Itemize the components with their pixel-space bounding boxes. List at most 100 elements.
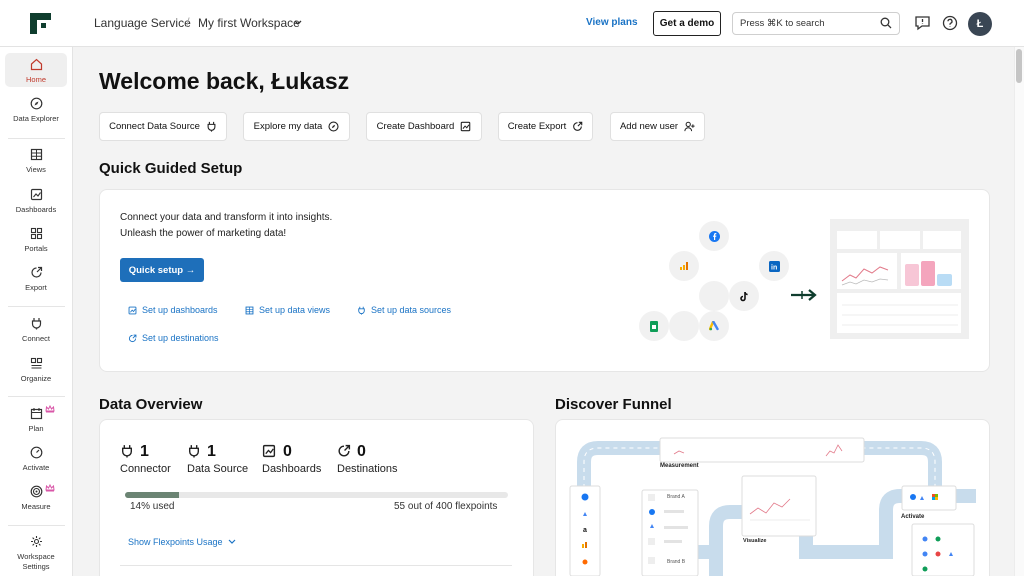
- breadcrumb-service[interactable]: Language Service: [94, 16, 191, 30]
- setup-dashboards-link[interactable]: Set up dashboards: [128, 305, 218, 315]
- sidebar-item-home[interactable]: Home: [5, 53, 67, 87]
- gear-icon: [30, 536, 42, 547]
- chart-icon: [30, 188, 42, 201]
- chart-icon: [461, 121, 471, 132]
- explore-data-button[interactable]: Explore my data: [243, 112, 350, 141]
- premium-crown-icon: [45, 484, 55, 492]
- funnel-brand-b-label: Brand B: [667, 559, 686, 565]
- show-flexpoints-usage-toggle[interactable]: Show Flexpoints Usage: [128, 537, 236, 547]
- sidebar-item-plan[interactable]: Plan: [5, 407, 67, 433]
- guided-setup-title: Quick Guided Setup: [99, 160, 243, 177]
- sidebar-item-label: Organize: [20, 374, 52, 383]
- sidebar-item-portals[interactable]: Portals: [5, 227, 67, 253]
- destinations-label: Destinations: [337, 463, 398, 475]
- sidebar-item-workspace-settings[interactable]: Workspace Settings: [5, 535, 67, 572]
- grid-icon: [30, 227, 42, 240]
- breadcrumb-separator: /: [186, 15, 190, 30]
- sidebar-item-label: Portals: [24, 244, 48, 253]
- export-icon: [573, 121, 583, 131]
- sidebar-item-label: Measure: [21, 502, 51, 511]
- sidebar-item-label: Activate: [22, 463, 50, 472]
- plug-icon: [207, 121, 216, 132]
- sidebar-item-activate[interactable]: Activate: [5, 446, 67, 472]
- tiktok-logo-icon: [729, 281, 759, 311]
- connect-data-source-button[interactable]: Connect Data Source: [99, 112, 227, 141]
- facebook-logo-icon: [699, 221, 729, 251]
- sidebar-item-measure[interactable]: Measure: [5, 485, 67, 511]
- sidebar-item-export[interactable]: Export: [5, 266, 67, 292]
- usage-percent: 14% used: [130, 501, 175, 512]
- guided-setup-text-2: Unleash the power of marketing data!: [120, 228, 287, 239]
- sidebar-item-data-explorer[interactable]: Data Explorer: [5, 97, 67, 123]
- target-icon: [30, 485, 42, 498]
- dashboards-label: Dashboards: [262, 463, 322, 475]
- sidebar-item-label: Connect: [22, 334, 50, 343]
- data-source-label: Data Source: [187, 463, 249, 475]
- setup-data-views-link[interactable]: Set up data views: [245, 305, 330, 315]
- funnel-roadmap-illustration: a: [569, 437, 976, 576]
- funnel-activate-label: Activate: [901, 514, 925, 520]
- sidebar-item-label: Home: [25, 75, 46, 84]
- setup-data-sources-link[interactable]: Set up data sources: [357, 305, 451, 315]
- sidebar-item-organize[interactable]: Organize: [5, 357, 67, 383]
- funnel-measurement-label: Measurement: [660, 463, 699, 469]
- flexpoints-progress-fill: [125, 492, 179, 498]
- feedback-icon[interactable]: [914, 15, 931, 32]
- google-sheets-logo-icon: [639, 311, 669, 341]
- discover-funnel-title: Discover Funnel: [555, 396, 672, 413]
- help-icon[interactable]: [942, 15, 958, 31]
- setup-destinations-link[interactable]: Set up destinations: [128, 333, 219, 343]
- sidebar-divider: [8, 525, 65, 526]
- sidebar-divider: [8, 306, 65, 307]
- search-icon[interactable]: [880, 17, 892, 29]
- linkedin-logo-icon: in: [759, 251, 789, 281]
- get-demo-button[interactable]: Get a demo: [653, 11, 721, 36]
- export-icon: [30, 266, 42, 278]
- chart-icon: [262, 444, 276, 458]
- sidebar-item-connect[interactable]: Connect: [5, 317, 67, 343]
- chevron-down-icon[interactable]: [294, 20, 302, 26]
- view-plans-link[interactable]: View plans: [586, 17, 638, 28]
- page-title: Welcome back, Łukasz: [99, 68, 350, 94]
- breadcrumb-workspace[interactable]: My first Workspace: [198, 16, 300, 30]
- google-ads-logo-icon: [699, 311, 729, 341]
- flexpoints-count: 55 out of 400 flexpoints: [394, 501, 498, 512]
- chart-icon: [128, 306, 137, 314]
- sidebar-item-label: Views: [26, 165, 46, 174]
- svg-text:in: in: [771, 264, 777, 271]
- sidebar-item-dashboards[interactable]: Dashboards: [5, 188, 67, 214]
- dashboards-count: 0: [283, 443, 292, 460]
- flexpoints-progress-bar: [125, 492, 508, 498]
- google-analytics-logo-icon: [669, 251, 699, 281]
- scrollbar[interactable]: [1014, 47, 1024, 576]
- avatar[interactable]: Ł: [968, 12, 992, 36]
- sidebar-divider: [8, 396, 65, 397]
- quick-setup-button[interactable]: Quick setup →: [120, 258, 204, 282]
- scrollbar-thumb[interactable]: [1016, 49, 1022, 83]
- sidebar-item-label: Workspace Settings: [17, 552, 55, 571]
- sidebar-item-label: Export: [25, 283, 47, 292]
- dashboard-preview-illustration: [830, 219, 969, 339]
- create-dashboard-button[interactable]: Create Dashboard: [366, 112, 482, 141]
- export-icon: [128, 334, 137, 342]
- sidebar-item-label: Plan: [28, 424, 44, 433]
- plug-icon: [31, 318, 41, 330]
- sidebar-item-views[interactable]: Views: [5, 148, 67, 174]
- search-input[interactable]: [732, 12, 900, 35]
- compass-icon: [328, 121, 339, 132]
- destinations-count: 0: [357, 443, 366, 460]
- create-export-button[interactable]: Create Export: [498, 112, 593, 141]
- connector-label: Connector: [120, 463, 171, 475]
- add-new-user-button[interactable]: Add new user: [610, 112, 705, 141]
- logo-icon[interactable]: [30, 13, 51, 34]
- plug-icon: [358, 306, 365, 315]
- arrow-right-icon: [791, 289, 817, 301]
- svg-text:a: a: [583, 527, 587, 534]
- divider: [120, 565, 512, 566]
- data-overview-title: Data Overview: [99, 396, 203, 413]
- sidebar-item-label: Data Explorer: [13, 114, 59, 123]
- compass-icon: [30, 97, 42, 110]
- connector-count: 1: [140, 443, 149, 460]
- empty-integration-slot: [669, 311, 699, 341]
- empty-integration-slot: [699, 281, 729, 311]
